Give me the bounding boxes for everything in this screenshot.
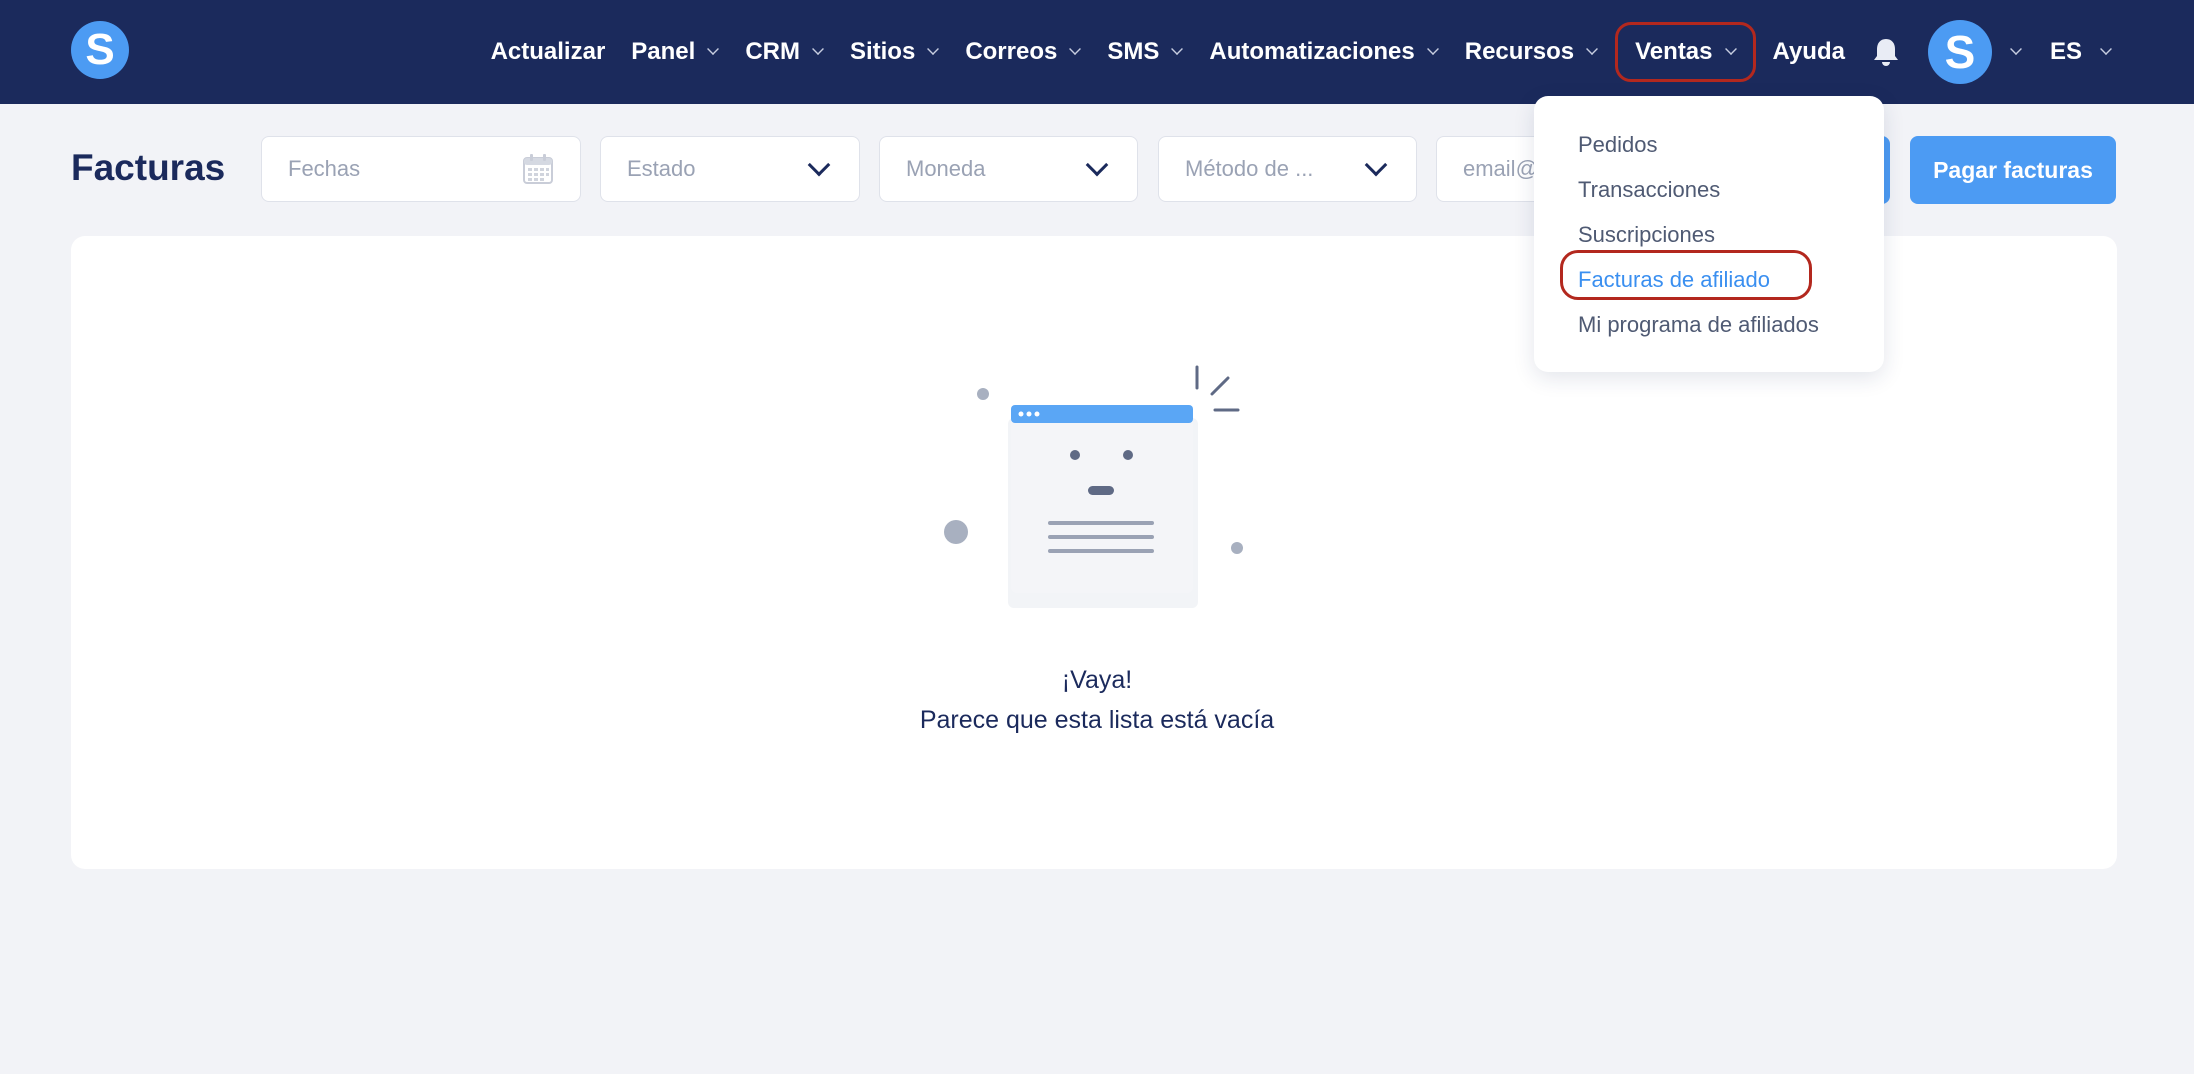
nav-actualizar[interactable]: Actualizar xyxy=(478,22,619,82)
chevron-down-icon xyxy=(812,43,824,55)
nav-label: Automatizaciones xyxy=(1209,38,1415,65)
payment-method-placeholder: Método de ... xyxy=(1185,156,1314,181)
chevron-down-icon xyxy=(1586,43,1599,55)
nav-panel[interactable]: Panel xyxy=(618,22,732,82)
nav-label: Actualizar xyxy=(490,38,606,65)
chevron-down-icon xyxy=(2010,43,2022,55)
nav-label: Correos xyxy=(965,38,1058,65)
nav-label: CRM xyxy=(745,38,800,65)
payment-method-filter[interactable]: Método de ... xyxy=(1158,136,1417,202)
menu-item-transacciones[interactable]: Transacciones xyxy=(1534,167,1884,212)
chevron-down-icon xyxy=(2100,43,2112,55)
chevron-down-icon xyxy=(1085,153,1109,177)
status-filter[interactable]: Estado xyxy=(600,136,860,202)
chevron-down-icon xyxy=(1171,43,1184,55)
chevron-down-icon xyxy=(1364,153,1388,177)
app-logo[interactable]: S xyxy=(71,21,129,79)
nav-crm[interactable]: CRM xyxy=(732,22,837,82)
chevron-down-icon xyxy=(1069,43,1082,55)
pay-invoices-button[interactable]: Pagar facturas xyxy=(1910,136,2116,204)
menu-item-pedidos[interactable]: Pedidos xyxy=(1534,122,1884,167)
menu-item-suscripciones[interactable]: Suscripciones xyxy=(1534,212,1884,257)
empty-list-illustration xyxy=(944,365,1243,608)
nav-ventas[interactable]: Ventas xyxy=(1615,22,1756,82)
dates-filter[interactable]: Fechas xyxy=(261,136,581,202)
currency-placeholder: Moneda xyxy=(906,156,986,181)
user-menu[interactable]: S xyxy=(1914,20,2030,84)
nav-correos[interactable]: Correos xyxy=(952,22,1094,82)
empty-state-title: ¡Vaya! xyxy=(1061,666,1133,694)
chevron-down-icon xyxy=(807,153,831,177)
nav-sitios[interactable]: Sitios xyxy=(837,22,952,82)
avatar: S xyxy=(1927,20,1992,84)
nav-label: Ayuda xyxy=(1772,38,1845,65)
nav-label: Recursos xyxy=(1464,38,1575,65)
dates-placeholder: Fechas xyxy=(288,156,361,181)
bell-icon[interactable] xyxy=(1858,22,1914,82)
nav-label: Panel xyxy=(631,38,696,65)
main-nav: Actualizar Panel CRM Sitios Correos SMS … xyxy=(478,0,2194,104)
chevron-down-icon xyxy=(1426,43,1439,55)
currency-filter[interactable]: Moneda xyxy=(879,136,1138,202)
ventas-dropdown-menu: Pedidos Transacciones Suscripciones Fact… xyxy=(1534,96,1884,372)
status-placeholder: Estado xyxy=(627,156,696,181)
menu-item-mi-programa-de-afiliados[interactable]: Mi programa de afiliados xyxy=(1534,302,1884,347)
nav-label: Ventas xyxy=(1635,38,1713,65)
empty-state-message: Parece que esta lista está vacía xyxy=(919,706,1275,734)
top-navbar: S Actualizar Panel CRM Sitios Correos SM… xyxy=(0,0,2194,104)
menu-item-facturas-de-afiliado[interactable]: Facturas de afiliado xyxy=(1534,257,1884,302)
nav-label: SMS xyxy=(1107,38,1160,65)
calendar-icon xyxy=(523,154,553,184)
language-selector[interactable]: ES xyxy=(2030,38,2194,66)
chevron-down-icon xyxy=(927,43,940,55)
page-title: Facturas xyxy=(71,147,226,188)
nav-recursos[interactable]: Recursos xyxy=(1452,22,1611,82)
nav-automatizaciones[interactable]: Automatizaciones xyxy=(1196,22,1451,82)
language-label: ES xyxy=(2049,38,2082,65)
chevron-down-icon xyxy=(707,43,720,55)
nav-label: Sitios xyxy=(849,38,916,65)
nav-ayuda[interactable]: Ayuda xyxy=(1760,22,1858,82)
chevron-down-icon xyxy=(1724,43,1737,55)
nav-sms[interactable]: SMS xyxy=(1094,22,1196,82)
